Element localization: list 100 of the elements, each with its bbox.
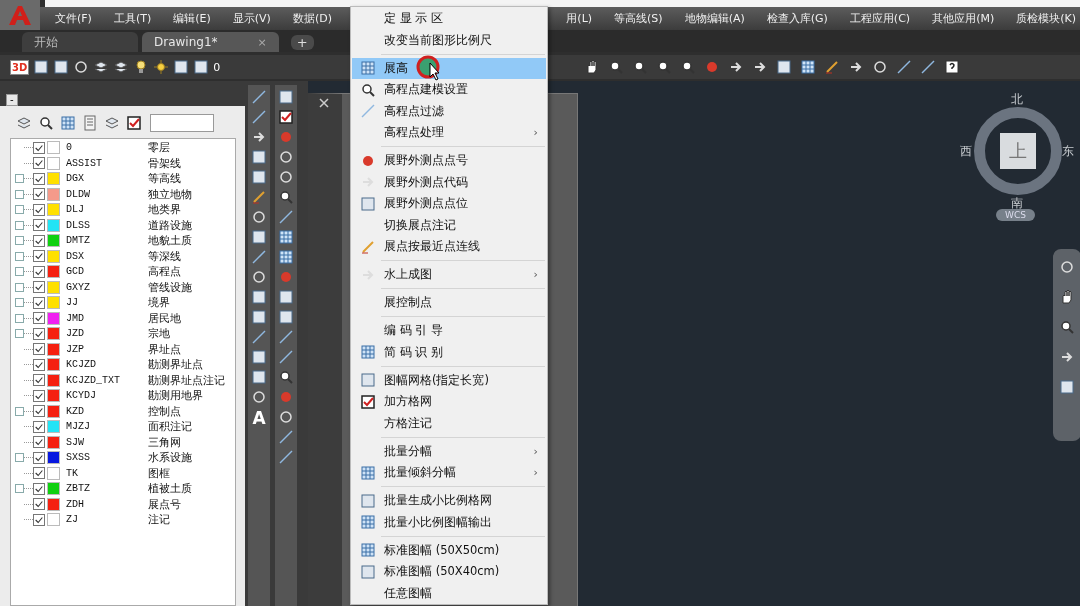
layer-name[interactable]: DSX: [66, 250, 148, 262]
menu-option[interactable]: 改变当前图形比例尺: [352, 29, 546, 51]
menu-item[interactable]: 数据(D): [281, 11, 343, 26]
edit-tool-icon[interactable]: [278, 249, 294, 265]
layer-checkbox[interactable]: [33, 513, 45, 526]
layer-name[interactable]: TK: [66, 467, 148, 479]
layer-checkbox[interactable]: [33, 188, 45, 201]
menu-option[interactable]: 图幅网格(指定长宽): [352, 369, 546, 391]
menu-option[interactable]: 简 码 识 别: [352, 341, 546, 363]
layer-name[interactable]: SJW: [66, 436, 148, 448]
layer-checkbox[interactable]: [33, 389, 45, 402]
layer-name[interactable]: KCYDJ: [66, 390, 148, 402]
layer-checkbox[interactable]: [33, 281, 45, 294]
draw-tool-icon[interactable]: [251, 369, 267, 385]
sun-icon[interactable]: [153, 59, 170, 75]
layer-name[interactable]: DLDW: [66, 188, 148, 200]
layer-name[interactable]: DLJ: [66, 204, 148, 216]
edit-tool-icon[interactable]: [278, 289, 294, 305]
compass-east[interactable]: 东: [1062, 143, 1074, 160]
draw-tool-icon[interactable]: [251, 329, 267, 345]
menu-option[interactable]: 高程点处理 ›: [352, 122, 546, 144]
layer-checkbox[interactable]: [33, 358, 45, 371]
compass-north[interactable]: 北: [1011, 91, 1023, 108]
draw-tool-icon[interactable]: [251, 229, 267, 245]
layer-checkbox[interactable]: [33, 172, 45, 185]
layer-name[interactable]: ASSIST: [66, 157, 148, 169]
menu-option[interactable]: 方格注记: [352, 412, 546, 434]
layer-checkbox[interactable]: [33, 265, 45, 278]
layer-checkbox[interactable]: [33, 482, 45, 495]
menu-option[interactable]: 展野外测点代码: [352, 171, 546, 193]
edit-tool-icon[interactable]: [278, 89, 294, 105]
layer-checkbox[interactable]: [33, 203, 45, 216]
line-icon[interactable]: [896, 59, 912, 75]
layer-checkbox[interactable]: [33, 498, 45, 511]
layer-checkbox[interactable]: [33, 327, 45, 340]
menu-option[interactable]: 批量生成小比例格网: [352, 490, 546, 512]
collapse-button[interactable]: -: [6, 94, 18, 106]
layer-checkbox[interactable]: [33, 234, 45, 247]
draw-tool-icon[interactable]: [251, 309, 267, 325]
menu-item[interactable]: 文件(F): [44, 11, 103, 26]
draw-tool-icon[interactable]: [251, 269, 267, 285]
menu-option[interactable]: 标准图幅 (50X40cm): [352, 561, 546, 583]
menu-option[interactable]: 展高: [352, 57, 546, 79]
menu-option[interactable]: 批量小比例图幅输出: [352, 511, 546, 533]
menu-item[interactable]: 检查入库(G): [766, 11, 828, 26]
layer-checkbox[interactable]: [33, 451, 45, 464]
line-icon[interactable]: [920, 59, 936, 75]
menu-option[interactable]: 展野外测点点位: [352, 193, 546, 215]
3d-view-button[interactable]: 3D: [10, 59, 30, 75]
menu-item[interactable]: 其他应用(M): [932, 11, 995, 26]
draw-tool-icon[interactable]: [251, 389, 267, 405]
layer-name[interactable]: KCJZD_TXT: [66, 374, 148, 386]
menu-option[interactable]: 任意图幅: [352, 582, 546, 604]
menu-option[interactable]: 展控制点: [352, 292, 546, 314]
compass-west[interactable]: 西: [960, 143, 972, 160]
layer-name[interactable]: JJ: [66, 297, 148, 309]
layer-name[interactable]: DGX: [66, 173, 148, 185]
layer-checkbox[interactable]: [33, 374, 45, 387]
menu-option[interactable]: 定 显 示 区: [352, 8, 546, 30]
draw-tool-icon[interactable]: [251, 209, 267, 225]
grid-icon[interactable]: [800, 59, 816, 75]
menu-option-icon[interactable]: [360, 81, 376, 98]
menu-item[interactable]: 等高线(S): [614, 11, 663, 26]
layer-checkbox[interactable]: [33, 467, 45, 480]
layer-name[interactable]: KCJZD: [66, 359, 148, 371]
edit-tool-icon[interactable]: [278, 309, 294, 325]
menu-option[interactable]: 高程点建模设置: [352, 79, 546, 101]
menu-item[interactable]: 工具(T): [102, 11, 163, 26]
draw-tool-icon[interactable]: [251, 349, 267, 365]
layer-checkbox[interactable]: [33, 420, 45, 433]
document-tab[interactable]: Drawing1* ×: [142, 32, 279, 52]
menu-item[interactable]: 显示(V): [221, 11, 282, 26]
layer-checkbox[interactable]: [33, 296, 45, 309]
layer-name[interactable]: DMTZ: [66, 235, 148, 247]
draw-tool-icon[interactable]: [251, 89, 267, 105]
layer-name[interactable]: ZJ: [66, 514, 148, 526]
layer-checkbox[interactable]: [33, 141, 45, 154]
search-field[interactable]: [150, 114, 214, 132]
document-tab[interactable]: 开始: [22, 32, 138, 52]
menu-item[interactable]: 地物编辑(A): [684, 11, 745, 26]
menu-option[interactable]: 切换展点注记: [352, 214, 546, 236]
edit-tool-icon[interactable]: [278, 109, 294, 125]
layer-name[interactable]: DLSS: [66, 219, 148, 231]
pan-icon[interactable]: [1059, 289, 1075, 305]
layer-checkbox[interactable]: [33, 405, 45, 418]
help-icon[interactable]: [944, 59, 960, 75]
menu-option[interactable]: 加方格网: [352, 391, 546, 413]
layer-name[interactable]: JZP: [66, 343, 148, 355]
layer-name[interactable]: SXSS: [66, 452, 148, 464]
check-icon[interactable]: [126, 115, 142, 131]
draw-tool-icon[interactable]: [251, 249, 267, 265]
layer-checkbox[interactable]: [33, 250, 45, 263]
layer-checkbox[interactable]: [33, 219, 45, 232]
layer-name[interactable]: ZBTZ: [66, 483, 148, 495]
menu-item[interactable]: 工程应用(C): [849, 11, 911, 26]
edit-tool-icon[interactable]: [278, 189, 294, 205]
draw-tool-icon[interactable]: [251, 289, 267, 305]
edit-tool-icon[interactable]: [278, 369, 294, 385]
draw-tool-icon[interactable]: [251, 109, 267, 125]
layer-name[interactable]: 0: [66, 142, 148, 154]
